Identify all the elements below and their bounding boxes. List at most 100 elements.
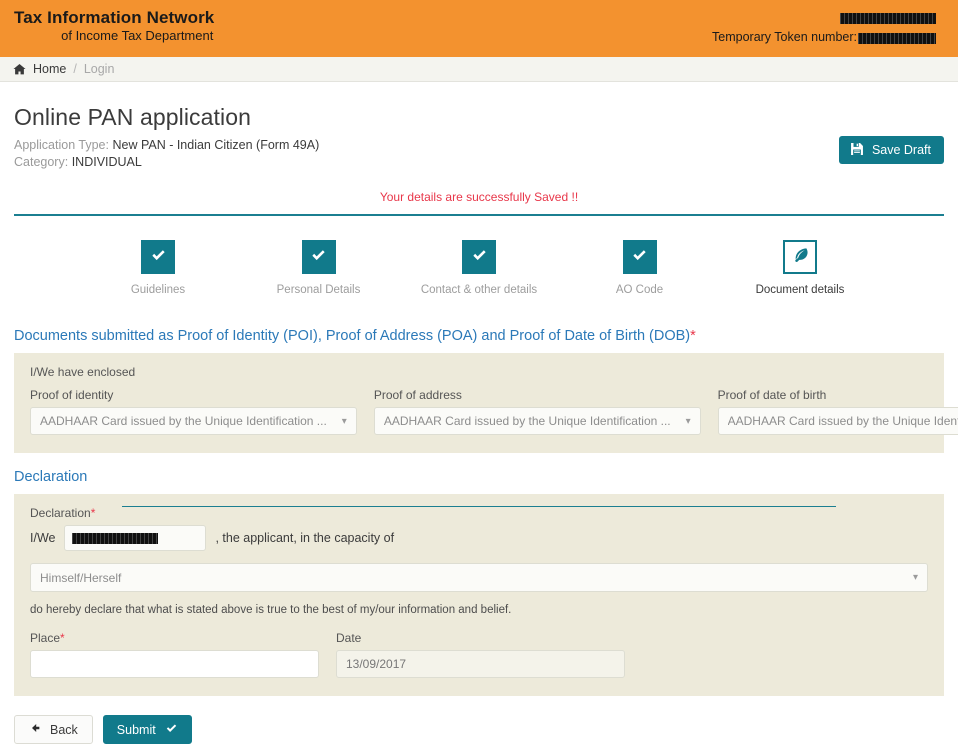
required-marker: *	[60, 631, 65, 645]
back-label: Back	[50, 723, 78, 737]
step-label: Personal Details	[245, 284, 393, 296]
select-value: AADHAAR Card issued by the Unique Identi…	[384, 414, 691, 428]
category-label: Category:	[14, 155, 68, 169]
declaration-panel: Declaration* I/We , the applicant, in th…	[14, 494, 944, 696]
declaration-name-row: I/We , the applicant, in the capacity of	[30, 525, 928, 551]
form-actions: Back Submit	[14, 715, 944, 744]
proof-of-address-label: Proof of address	[374, 388, 701, 402]
application-type-label: Application Type:	[14, 138, 109, 152]
step-label: AO Code	[566, 284, 714, 296]
save-draft-button[interactable]: Save Draft	[839, 136, 944, 164]
iwe-prefix: I/We	[30, 531, 55, 545]
step-label: Contact & other details	[405, 284, 553, 296]
applicant-name-input[interactable]	[64, 525, 206, 551]
brand-logo: Tax Information Network of Income Tax De…	[14, 8, 214, 43]
place-field: Place*	[30, 631, 319, 678]
step-indicator	[623, 240, 657, 274]
place-input[interactable]	[30, 650, 319, 678]
date-input: 13/09/2017	[336, 650, 625, 678]
proof-of-identity-select[interactable]: AADHAAR Card issued by the Unique Identi…	[30, 407, 357, 435]
arrow-left-icon	[29, 722, 41, 737]
check-icon	[471, 247, 488, 267]
temporary-token: Temporary Token number:	[712, 28, 936, 47]
step-ao-code[interactable]: AO Code	[566, 240, 714, 296]
proof-of-date-of-birth-field: Proof of date of birth AADHAAR Card issu…	[718, 388, 958, 435]
proof-of-identity-field: Proof of identity AADHAAR Card issued by…	[30, 388, 357, 435]
step-indicator	[783, 240, 817, 274]
proof-of-address-field: Proof of address AADHAAR Card issued by …	[374, 388, 701, 435]
place-label-text: Place	[30, 631, 60, 645]
redaction-bar	[840, 13, 936, 24]
breadcrumb-separator: /	[73, 62, 76, 76]
redaction-bar	[72, 533, 158, 544]
section-divider	[14, 214, 944, 216]
place-date-row: Place* Date 13/09/2017	[30, 631, 928, 678]
brand-line-primary: Tax Information Network	[14, 8, 214, 28]
step-contact-other-details[interactable]: Contact & other details	[405, 240, 553, 296]
quill-pen-icon	[791, 246, 810, 268]
step-label: Guidelines	[84, 284, 232, 296]
page-content: Online PAN application Application Type:…	[0, 104, 958, 744]
check-icon	[631, 247, 648, 267]
declaration-section-heading: Declaration	[14, 469, 944, 485]
floppy-disk-icon	[850, 142, 864, 159]
declaration-after-name-text: , the applicant, in the capacity of	[215, 531, 394, 545]
application-type-value: New PAN - Indian Citizen (Form 49A)	[112, 138, 319, 152]
header-user-info: Temporary Token number:	[712, 9, 936, 48]
documents-panel: I/We have enclosed Proof of identity AAD…	[14, 353, 944, 453]
chevron-down-icon: ▾	[686, 416, 691, 427]
status-message: Your details are successfully Saved !!	[14, 190, 944, 204]
step-guidelines[interactable]: Guidelines	[84, 240, 232, 296]
save-draft-label: Save Draft	[872, 143, 931, 157]
declaration-statement: do hereby declare that what is stated ab…	[30, 604, 928, 616]
step-indicator	[141, 240, 175, 274]
temporary-token-label: Temporary Token number:	[712, 30, 857, 44]
capacity-select[interactable]: Himself/Herself ▾	[30, 563, 928, 592]
proof-fields-row: Proof of identity AADHAAR Card issued by…	[30, 388, 928, 435]
select-value: AADHAAR Card issued by the Unique Identi…	[40, 414, 347, 428]
stepper-connector-line	[122, 506, 836, 507]
select-value: AADHAAR Card issued by the Unique Identi…	[728, 414, 958, 428]
declaration-label-text: Declaration	[30, 506, 91, 520]
proof-of-identity-label: Proof of identity	[30, 388, 357, 402]
redaction-bar	[858, 33, 936, 44]
documents-section-heading: Documents submitted as Proof of Identity…	[14, 328, 944, 344]
select-value: Himself/Herself	[40, 571, 141, 585]
date-label: Date	[336, 631, 625, 645]
breadcrumb-item-login: Login	[84, 62, 115, 76]
submit-button[interactable]: Submit	[103, 715, 192, 744]
enclosed-note: I/We have enclosed	[30, 365, 928, 379]
brand-line-secondary: of Income Tax Department	[14, 29, 214, 44]
category-value: INDIVIDUAL	[72, 155, 142, 169]
page-title: Online PAN application	[14, 104, 944, 131]
user-name-redacted	[712, 9, 936, 28]
submit-label: Submit	[117, 723, 156, 737]
breadcrumb: Home / Login	[0, 57, 958, 82]
place-label: Place*	[30, 631, 319, 645]
documents-section-heading-text: Documents submitted as Proof of Identity…	[14, 328, 690, 344]
step-indicator	[462, 240, 496, 274]
chevron-down-icon: ▾	[342, 416, 347, 427]
home-icon	[13, 63, 26, 76]
step-label: Document details	[726, 284, 874, 296]
date-value: 13/09/2017	[346, 657, 406, 671]
step-document-details[interactable]: Document details	[726, 240, 874, 296]
declaration-label: Declaration*	[30, 506, 928, 520]
date-field: Date 13/09/2017	[336, 631, 625, 678]
required-marker: *	[91, 506, 96, 520]
step-personal-details[interactable]: Personal Details	[245, 240, 393, 296]
check-icon	[150, 247, 167, 267]
back-button[interactable]: Back	[14, 715, 93, 744]
category-row: Category: INDIVIDUAL	[14, 154, 944, 171]
check-icon	[310, 247, 327, 267]
proof-of-address-select[interactable]: AADHAAR Card issued by the Unique Identi…	[374, 407, 701, 435]
check-icon	[165, 722, 178, 738]
application-type-row: Application Type: New PAN - Indian Citiz…	[14, 137, 944, 154]
proof-of-date-of-birth-select[interactable]: AADHAAR Card issued by the Unique Identi…	[718, 407, 958, 435]
progress-stepper: Guidelines Personal Details	[14, 240, 944, 312]
proof-of-date-of-birth-label: Proof of date of birth	[718, 388, 958, 402]
required-marker: *	[690, 328, 696, 344]
stepper-track: Guidelines Personal Details	[84, 240, 874, 296]
step-indicator	[302, 240, 336, 274]
breadcrumb-item-home[interactable]: Home	[33, 62, 66, 76]
